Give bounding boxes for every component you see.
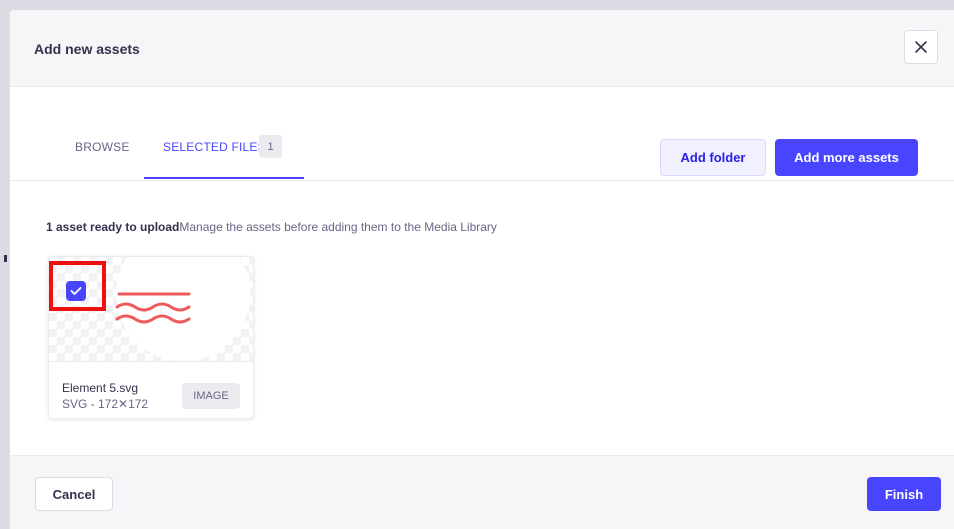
ready-count-text: 1 asset ready to upload <box>46 220 180 234</box>
background-marker <box>4 255 7 262</box>
active-tab-indicator <box>144 177 304 179</box>
tab-browse[interactable]: BROWSE <box>75 140 130 154</box>
tab-selected-files[interactable]: SELECTED FILES <box>163 140 266 154</box>
checkbox-highlight-box <box>49 261 106 311</box>
asset-thumbnail <box>115 257 250 361</box>
close-button[interactable] <box>904 30 938 64</box>
asset-type-badge: IMAGE <box>182 383 240 409</box>
cancel-button[interactable]: Cancel <box>35 477 113 511</box>
summary-hint: Manage the assets before adding them to … <box>179 220 497 234</box>
asset-file-name: Element 5.svg <box>62 381 139 395</box>
modal-title: Add new assets <box>34 41 140 57</box>
modal-footer: Cancel Finish <box>10 455 954 529</box>
asset-file-meta: SVG - 172✕172 <box>62 397 149 411</box>
close-icon <box>915 41 927 53</box>
asset-preview <box>49 257 253 362</box>
add-assets-modal: Add new assets BROWSE SELECTED FILES 1 A… <box>10 10 954 529</box>
finish-button[interactable]: Finish <box>867 477 941 511</box>
add-more-assets-button[interactable]: Add more assets <box>775 139 918 176</box>
modal-header: Add new assets <box>10 10 954 87</box>
tabs-bar: BROWSE SELECTED FILES 1 Add folder Add m… <box>10 87 954 181</box>
upload-summary: 1 asset ready to uploadManage the assets… <box>46 220 497 234</box>
add-folder-button[interactable]: Add folder <box>660 139 766 176</box>
asset-card[interactable]: Element 5.svg SVG - 172✕172 IMAGE <box>48 256 254 419</box>
selected-count-badge: 1 <box>259 135 282 158</box>
